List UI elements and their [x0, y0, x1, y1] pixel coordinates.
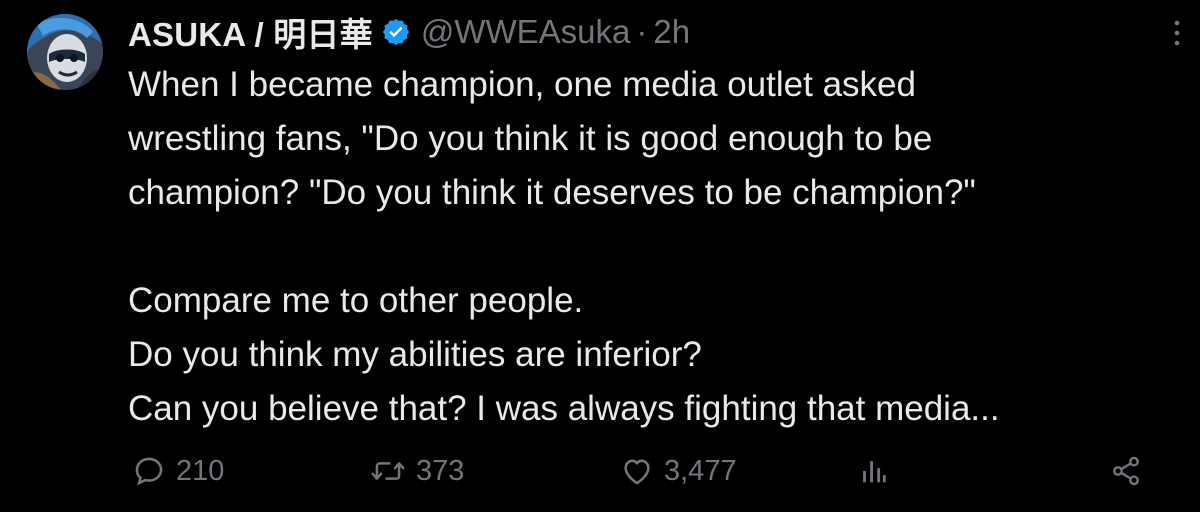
views-chart-icon: [863, 461, 886, 483]
reply-count: 210: [176, 454, 225, 487]
like-button[interactable]: 3,477: [620, 448, 737, 494]
tweet-actions-bar: 210 373 3,477: [0, 448, 1200, 494]
author-handle[interactable]: @WWEAsuka: [421, 13, 631, 51]
reply-icon: [135, 457, 163, 486]
separator-dot: ·: [636, 13, 648, 50]
avatar-image: [27, 14, 103, 90]
share-button[interactable]: [1110, 448, 1152, 494]
tweet[interactable]: ASUKA / 明日華 @WWEAsuka · 2h When I became…: [0, 0, 1200, 512]
retweet-button[interactable]: 373: [370, 448, 464, 494]
share-icon: [1113, 456, 1139, 486]
more-vertical-icon[interactable]: [1172, 18, 1182, 48]
tweet-header: ASUKA / 明日華 @WWEAsuka · 2h: [128, 8, 690, 56]
verified-badge-icon: [381, 17, 411, 47]
reply-button[interactable]: 210: [132, 448, 224, 494]
like-count: 3,477: [664, 454, 737, 487]
retweet-count: 373: [416, 454, 465, 487]
tweet-timestamp[interactable]: 2h: [653, 13, 690, 51]
heart-icon: [624, 459, 650, 485]
views-button[interactable]: [858, 448, 898, 494]
avatar[interactable]: [27, 14, 103, 90]
tweet-text: When I became champion, one media outlet…: [128, 65, 1000, 428]
retweet-icon: [371, 462, 405, 480]
author-display-name[interactable]: ASUKA / 明日華: [128, 8, 373, 56]
